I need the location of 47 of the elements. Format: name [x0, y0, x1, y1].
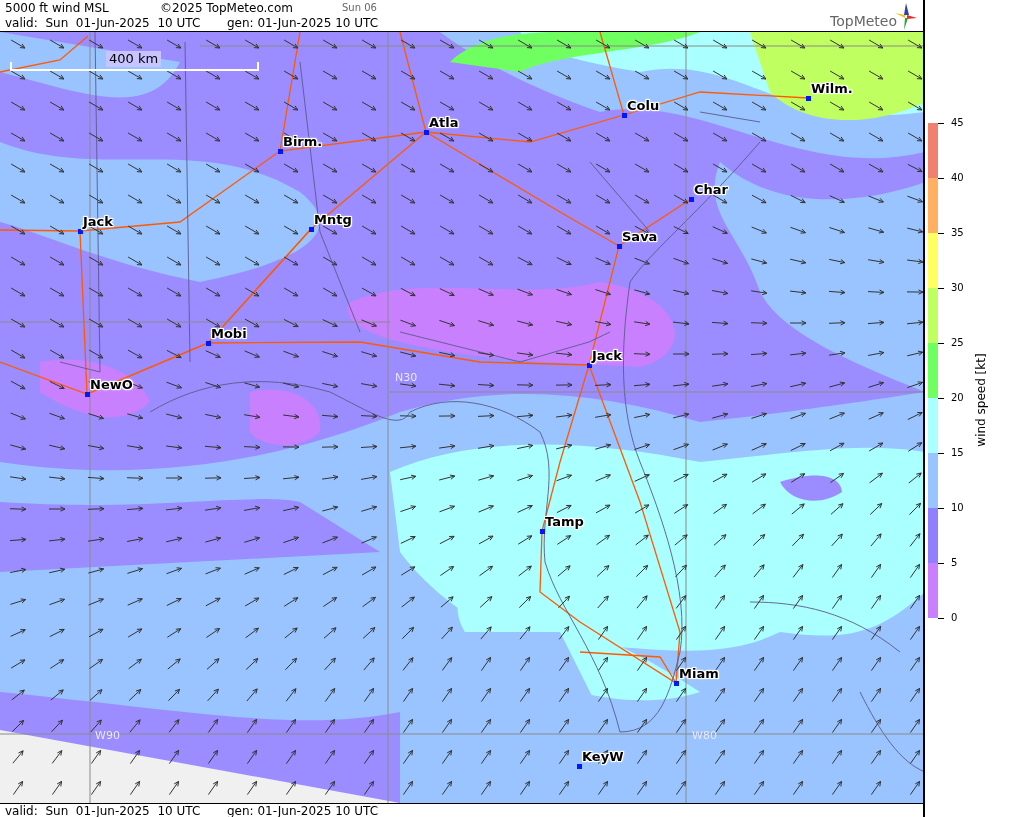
tick-label: 20 — [951, 392, 964, 404]
city-marker-icon — [689, 197, 694, 202]
scale-bar-icon — [10, 61, 259, 71]
city-label: Atla — [429, 115, 459, 130]
city-label: Jack — [83, 214, 113, 229]
generated-time: gen: 01-Jun-2025 10 UTC — [227, 15, 379, 30]
city-marker-icon — [206, 341, 211, 346]
city-label: Tamp — [545, 514, 584, 529]
city-marker-icon — [622, 113, 627, 118]
tick-label: 45 — [951, 117, 964, 129]
copyright-text: ©2025 TopMeteo.com — [160, 0, 294, 15]
day-label: Sun 06 — [342, 2, 377, 13]
city-label: Birm. — [283, 134, 323, 149]
valid-time: valid: Sun 01-Jun-2025 10 UTC — [5, 15, 202, 30]
city-label: Jack — [592, 348, 622, 363]
grid-label: W80 — [692, 729, 717, 742]
map-title: 5000 ft wind MSL — [5, 0, 110, 15]
legend-title: wind speed [kt] — [973, 353, 988, 447]
city-marker-icon — [278, 149, 283, 154]
tick-label: 30 — [951, 282, 964, 294]
city-marker-icon — [424, 130, 429, 135]
city-marker-icon — [577, 764, 582, 769]
city-label: Miam — [679, 666, 719, 681]
city-marker-icon — [674, 681, 679, 686]
city-label: Wilm. — [811, 81, 853, 96]
grid-label: W90 — [95, 729, 120, 742]
logo-text: TopMeteo — [830, 13, 897, 29]
city-label: KeyW — [582, 749, 624, 764]
city-marker-icon — [617, 244, 622, 249]
tick-label: 35 — [951, 227, 964, 239]
scale-label: 400 km — [106, 51, 162, 67]
city-marker-icon — [587, 363, 592, 368]
grid-label: N30 — [395, 371, 418, 384]
city-marker-icon — [78, 229, 83, 234]
tick-label: 40 — [951, 172, 964, 184]
valid-time: valid: Sun 01-Jun-2025 10 UTC — [5, 804, 202, 817]
city-marker-icon — [309, 227, 314, 232]
city-label: Char — [694, 182, 728, 197]
generated-time: gen: 01-Jun-2025 10 UTC — [227, 804, 379, 817]
city-marker-icon — [85, 392, 90, 397]
tick-label: 0 — [951, 612, 958, 624]
tick-label: 5 — [951, 557, 958, 569]
city-marker-icon — [540, 529, 545, 534]
tick-label: 10 — [951, 502, 964, 514]
tick-label: 15 — [951, 447, 964, 459]
tick-label: 25 — [951, 337, 964, 349]
city-marker-icon — [806, 96, 811, 101]
